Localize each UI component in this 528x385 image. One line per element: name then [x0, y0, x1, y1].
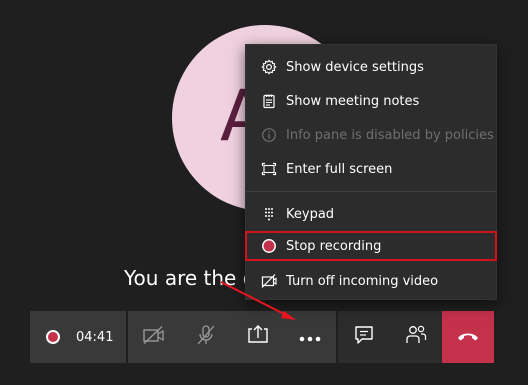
menu-item-full-screen[interactable]: Enter full screen — [246, 152, 496, 186]
keypad-icon — [260, 205, 278, 223]
menu-divider — [246, 191, 496, 192]
info-icon — [260, 126, 278, 144]
mic-toggle-button[interactable] — [180, 311, 232, 363]
participants-icon — [404, 324, 428, 350]
call-controls-toolbar: 04:41 — [30, 311, 494, 363]
hang-up-button[interactable] — [442, 311, 494, 363]
share-screen-button[interactable] — [232, 311, 284, 363]
camera-toggle-button[interactable] — [128, 311, 180, 363]
mic-off-icon — [195, 324, 217, 350]
more-options-icon — [298, 328, 322, 347]
menu-item-device-settings[interactable]: Show device settings — [246, 50, 496, 84]
recording-indicator: 04:41 — [30, 311, 126, 363]
participants-button[interactable] — [390, 311, 442, 363]
menu-item-label: Keypad — [286, 206, 335, 222]
menu-item-label: Info pane is disabled by policies — [286, 127, 494, 143]
gear-icon — [260, 58, 278, 76]
menu-item-label: Show device settings — [286, 59, 424, 75]
menu-item-info-pane: Info pane is disabled by policies — [246, 118, 496, 152]
menu-item-meeting-notes[interactable]: Show meeting notes — [246, 84, 496, 118]
menu-item-label: Enter full screen — [286, 161, 393, 177]
more-options-button[interactable] — [284, 311, 336, 363]
chat-button[interactable] — [338, 311, 390, 363]
chat-icon — [353, 324, 375, 350]
menu-item-turn-off-video[interactable]: Turn off incoming video — [246, 264, 496, 298]
recording-dot-icon — [46, 330, 60, 344]
recording-timer: 04:41 — [76, 329, 114, 345]
fullscreen-icon — [260, 160, 278, 178]
menu-item-keypad[interactable]: Keypad — [246, 197, 496, 231]
annotation-highlight-box — [245, 231, 497, 261]
notes-icon — [260, 92, 278, 110]
menu-item-label: Turn off incoming video — [286, 273, 439, 289]
camera-off-icon — [142, 325, 166, 349]
more-options-menu: Show device settings Show meeting notes — [245, 44, 497, 300]
video-off-icon — [260, 272, 278, 290]
hang-up-icon — [456, 328, 480, 347]
share-screen-icon — [246, 324, 270, 350]
menu-item-label: Show meeting notes — [286, 93, 420, 109]
